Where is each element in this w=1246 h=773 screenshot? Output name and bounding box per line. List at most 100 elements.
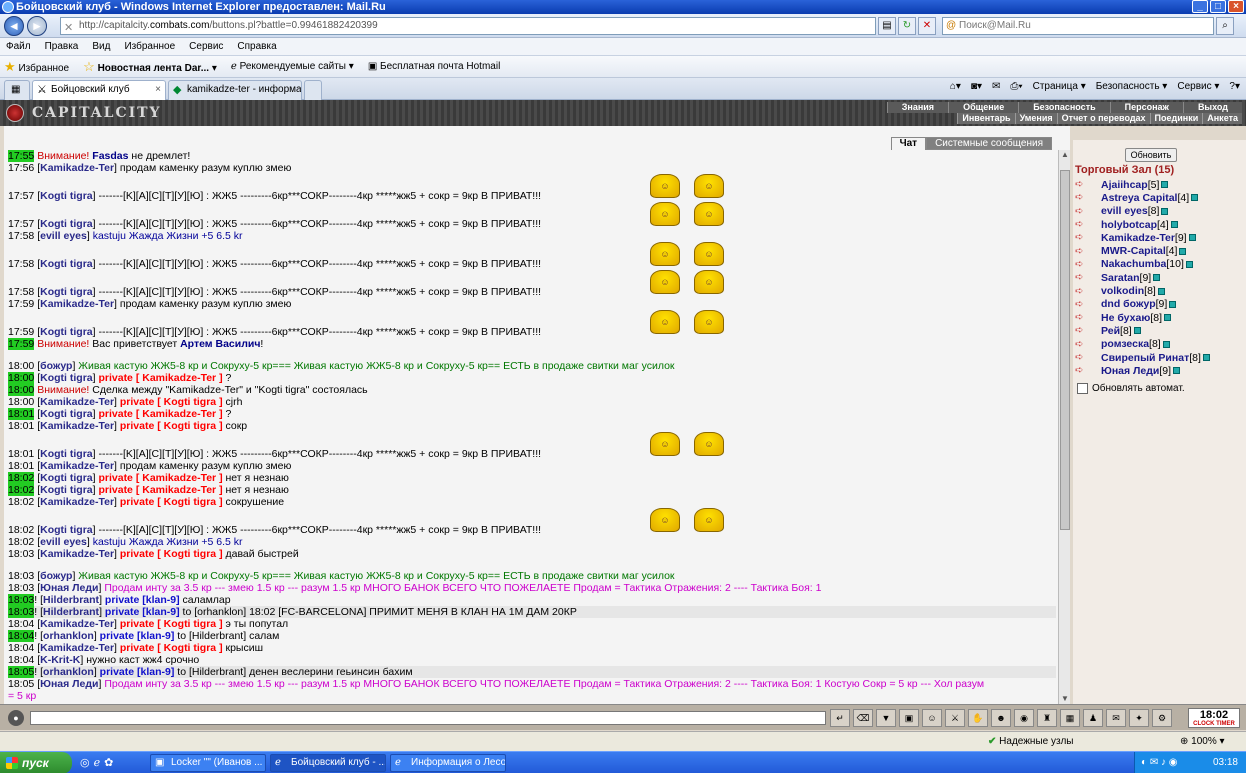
menu-favorites[interactable]: Избранное xyxy=(124,41,175,52)
print-icon[interactable]: ⎙▾ xyxy=(1010,81,1022,92)
refresh-button[interactable]: Обновить xyxy=(1125,148,1177,162)
back-button[interactable]: ◄ xyxy=(4,16,24,36)
page-menu[interactable]: Страница ▾ xyxy=(1033,81,1086,92)
tab-system-messages[interactable]: Системные сообщения xyxy=(926,137,1052,150)
user-nick[interactable]: Не бухаю xyxy=(1101,312,1150,324)
scroll-thumb[interactable] xyxy=(1060,170,1070,530)
safety-menu[interactable]: Безопасность ▾ xyxy=(1096,81,1168,92)
zoom-level[interactable]: ⊕ 100% ▾ xyxy=(1180,736,1225,747)
chat-nick[interactable]: Kamikadze-Ter xyxy=(40,162,114,174)
menu-transfer-report[interactable]: Отчет о переводах xyxy=(1056,113,1150,124)
new-tab-button[interactable] xyxy=(304,80,322,100)
save-icon[interactable]: ▣ xyxy=(899,709,919,727)
invite-arrow-icon[interactable]: ➪ xyxy=(1075,206,1091,217)
forward-button[interactable]: ► xyxy=(27,16,47,36)
chat-nick[interactable]: evill eyes xyxy=(40,536,87,548)
chat-nick[interactable]: Hilderbrant xyxy=(43,606,99,618)
user-nick[interactable]: Astreya Capital xyxy=(1101,192,1177,204)
search-icon[interactable]: ⌕ xyxy=(1216,17,1234,35)
address-bar[interactable]: ✕ http://capitalcity.combats.com/buttons… xyxy=(60,17,876,35)
close-tab-icon[interactable]: × xyxy=(155,81,161,99)
invite-arrow-icon[interactable]: ➪ xyxy=(1075,286,1091,297)
tab-fight-club[interactable]: ⚔ Бойцовский клуб × xyxy=(32,80,166,100)
task-locker[interactable]: ▣ Locker "" (Иванов ... xyxy=(150,754,266,772)
user-nick[interactable]: volkodin xyxy=(1101,285,1144,297)
info-icon[interactable] xyxy=(1157,287,1165,295)
scroll-down-icon[interactable]: ▼ xyxy=(1059,694,1071,704)
info-icon[interactable] xyxy=(1162,340,1170,348)
chat-options-icon[interactable]: ● xyxy=(8,710,24,726)
lock-icon[interactable]: ✦ xyxy=(1129,709,1149,727)
minimize-button[interactable]: _ xyxy=(1192,0,1208,13)
chat-nick[interactable]: Kamikadze-Ter xyxy=(40,396,114,408)
user-nick[interactable]: MWR-Capital xyxy=(1101,245,1166,257)
fav-hotmail[interactable]: ▣ Бесплатная почта Hotmail xyxy=(368,61,500,72)
compat-view-icon[interactable]: ▤ xyxy=(878,17,896,35)
tab-kamikadze-info[interactable]: ◆ kamikadze-ter - информация... xyxy=(168,80,302,100)
scroll-up-icon[interactable]: ▲ xyxy=(1059,150,1071,160)
refresh-icon[interactable]: ↻ xyxy=(898,17,916,35)
user-nick[interactable]: dnd бoжур xyxy=(1101,298,1156,310)
menu-view[interactable]: Вид xyxy=(92,41,110,52)
invite-arrow-icon[interactable]: ➪ xyxy=(1075,339,1091,350)
quick-tabs-button[interactable]: ▦ xyxy=(4,80,30,100)
info-icon[interactable] xyxy=(1170,221,1178,229)
info-icon[interactable] xyxy=(1202,354,1210,361)
auto-refresh-toggle[interactable]: Обновлять автомат. xyxy=(1077,383,1185,394)
info-icon[interactable] xyxy=(1191,194,1199,202)
media-icon[interactable]: ◎ xyxy=(80,756,90,769)
chat-nick[interactable]: Kogti tigra xyxy=(40,472,93,484)
chat-nick[interactable]: Hilderbrant xyxy=(43,594,99,606)
ie-icon[interactable]: ℯ xyxy=(94,756,101,769)
invite-arrow-icon[interactable]: ➪ xyxy=(1075,325,1091,336)
tray-icons[interactable]: ◐ ✉ ♪ ◉ xyxy=(1141,757,1177,768)
user-nick[interactable]: Kamikadze-Ter xyxy=(1101,232,1175,244)
user-nick[interactable]: Nakachumba xyxy=(1101,258,1166,270)
user-nick[interactable]: Юная Леди xyxy=(1101,365,1159,377)
bag-icon[interactable]: ♜ xyxy=(1037,709,1057,727)
fav-news-feed[interactable]: ☆ Новостная лента Dar... ▾ xyxy=(83,59,217,75)
info-icon[interactable] xyxy=(1153,274,1161,282)
camera-icon[interactable]: ◉ xyxy=(1014,709,1034,727)
chat-nick[interactable]: Kamikadze-Ter xyxy=(40,618,114,630)
menu-help[interactable]: Справка xyxy=(237,41,276,52)
stop-icon[interactable]: ✕ xyxy=(918,17,936,35)
chat-nick[interactable]: Kamikadze-Ter xyxy=(40,642,114,654)
send-icon[interactable]: ↵ xyxy=(830,709,850,727)
invite-arrow-icon[interactable]: ➪ xyxy=(1075,192,1091,203)
chat-nick[interactable]: Юная Леди xyxy=(40,582,98,594)
favorites-button[interactable]: ★ Избранное xyxy=(4,59,69,75)
chat-nick[interactable]: Kamikadze-Ter xyxy=(40,548,114,560)
chat-nick[interactable]: Kogti tigra xyxy=(40,190,93,202)
info-icon[interactable] xyxy=(1133,327,1141,335)
info-icon[interactable] xyxy=(1164,314,1171,322)
info-icon[interactable] xyxy=(1173,367,1181,375)
user-nick[interactable]: Saratan xyxy=(1101,272,1140,284)
user-nick[interactable]: Ajaiihcap xyxy=(1101,179,1148,191)
menu-knowledge[interactable]: Знания xyxy=(886,102,949,113)
menu-profile[interactable]: Анкета xyxy=(1202,113,1242,124)
chat-nick[interactable]: Kogti tigra xyxy=(40,258,93,270)
task-fight-club[interactable]: ℯ Бойцовский клуб - ... xyxy=(270,754,386,772)
user-nick[interactable]: Свирепый Ринат xyxy=(1101,352,1189,364)
chat-nick[interactable]: orhanklon xyxy=(43,630,94,642)
chat-nick[interactable]: Юная Леди xyxy=(40,678,98,690)
chat-scrollbar[interactable]: ▲ ▼ xyxy=(1058,150,1070,704)
home-icon[interactable]: ⌂▾ xyxy=(950,81,961,92)
chat-input[interactable] xyxy=(30,711,826,725)
chat-nick[interactable]: Kogti tigra xyxy=(40,326,93,338)
chat-nick[interactable]: Kogti tigra xyxy=(40,524,93,536)
filter-icon[interactable]: ▼ xyxy=(876,709,896,727)
menu-communication[interactable]: Общение xyxy=(948,102,1019,113)
menu-exit[interactable]: Выход xyxy=(1182,102,1242,113)
help-icon[interactable]: ?▾ xyxy=(1229,81,1240,92)
invite-arrow-icon[interactable]: ➪ xyxy=(1075,365,1091,376)
close-window-button[interactable]: × xyxy=(1228,0,1244,13)
map-icon[interactable]: ▦ xyxy=(1060,709,1080,727)
person-icon[interactable]: ☺ xyxy=(922,709,942,727)
messenger-icon[interactable]: ✿ xyxy=(104,756,113,769)
user-nick[interactable]: evill eyes xyxy=(1101,205,1148,217)
fav-suggested-sites[interactable]: ℯ Рекомендуемые сайты ▾ xyxy=(231,61,354,72)
auto-refresh-checkbox[interactable] xyxy=(1077,383,1088,394)
invite-arrow-icon[interactable]: ➪ xyxy=(1075,272,1091,283)
